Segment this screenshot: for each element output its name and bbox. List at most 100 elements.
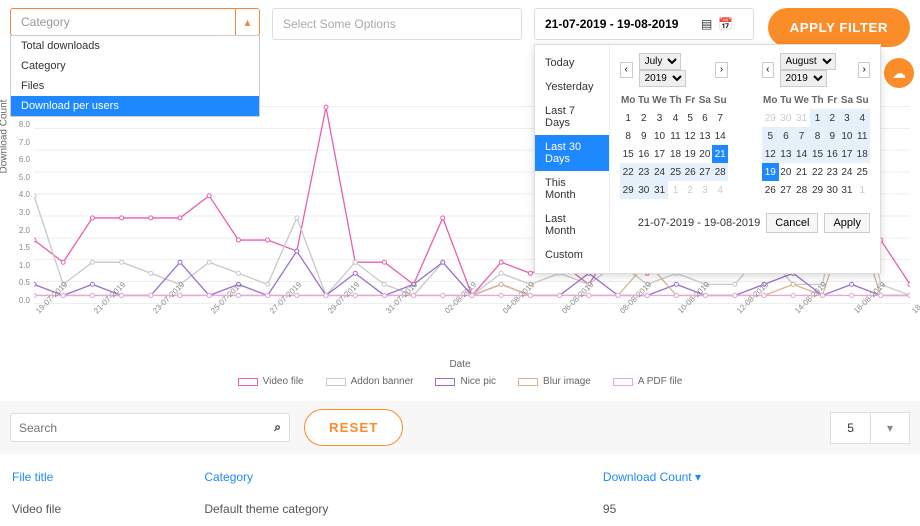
calendar-day[interactable]: 24 (651, 163, 668, 181)
calendar-day[interactable]: 15 (810, 145, 825, 163)
calendar-day[interactable]: 1 (810, 109, 825, 127)
range-preset[interactable]: Last 7 Days (535, 99, 609, 135)
calendar-day[interactable]: 19 (762, 163, 779, 181)
calendar-day[interactable]: 3 (697, 181, 712, 199)
calendar-day[interactable]: 17 (839, 145, 854, 163)
calendar-day[interactable]: 6 (697, 109, 712, 127)
search-box[interactable]: ⌕ (10, 413, 290, 442)
calendar-day[interactable]: 30 (825, 181, 839, 199)
prev-month-button[interactable]: ‹ (762, 62, 774, 78)
category-option[interactable]: Download per users (11, 96, 259, 116)
calendar-day[interactable]: 26 (683, 163, 697, 181)
calendar-day[interactable]: 11 (854, 127, 870, 145)
calendar-day[interactable]: 10 (839, 127, 854, 145)
calendar-day[interactable]: 9 (825, 127, 839, 145)
calendar-day[interactable]: 1 (668, 181, 683, 199)
calendar-day[interactable]: 18 (668, 145, 683, 163)
date-range-field[interactable] (545, 17, 695, 31)
calendar-day[interactable]: 31 (839, 181, 854, 199)
calendar-day[interactable]: 27 (697, 163, 712, 181)
calendar-day[interactable]: 13 (697, 127, 712, 145)
cancel-button[interactable]: Cancel (766, 213, 818, 233)
page-size-select[interactable]: 5▾ (830, 412, 910, 444)
search-icon[interactable]: ⌕ (274, 420, 281, 435)
calendar-day[interactable]: 22 (810, 163, 825, 181)
calendar-day[interactable]: 5 (683, 109, 697, 127)
calendar-day[interactable]: 4 (854, 109, 870, 127)
year-select-right[interactable]: 2019 (780, 70, 827, 87)
year-select-left[interactable]: 2019 (639, 70, 686, 87)
calendar-day[interactable]: 4 (712, 181, 728, 199)
range-preset[interactable]: Today (535, 51, 609, 75)
calendar-day[interactable]: 30 (779, 109, 794, 127)
calendar-day[interactable]: 28 (793, 181, 810, 199)
calendar-day[interactable]: 24 (839, 163, 854, 181)
range-preset[interactable]: Custom (535, 243, 609, 267)
calendar-day[interactable]: 10 (651, 127, 668, 145)
calendar-day[interactable]: 14 (793, 145, 810, 163)
calendar-day[interactable]: 2 (825, 109, 839, 127)
calendar-day[interactable]: 26 (762, 181, 779, 199)
calendar-day[interactable]: 30 (637, 181, 652, 199)
calendar-day[interactable]: 23 (825, 163, 839, 181)
range-preset[interactable]: Last 30 Days (535, 135, 609, 171)
calendar-day[interactable]: 21 (793, 163, 810, 181)
calendar-day[interactable]: 22 (620, 163, 637, 181)
calendar-day[interactable]: 13 (779, 145, 794, 163)
calendar-day[interactable]: 20 (779, 163, 794, 181)
calendar-day[interactable]: 12 (762, 145, 779, 163)
cloud-download-icon[interactable]: ☁ (884, 58, 914, 88)
apply-button[interactable]: Apply (824, 213, 870, 233)
calendar-day[interactable]: 31 (651, 181, 668, 199)
calendar-day[interactable]: 14 (712, 127, 728, 145)
calendar-day[interactable]: 2 (683, 181, 697, 199)
calendar-day[interactable]: 3 (839, 109, 854, 127)
calendar-day[interactable]: 29 (810, 181, 825, 199)
calendar-day[interactable]: 7 (793, 127, 810, 145)
calendar-day[interactable]: 29 (620, 181, 637, 199)
reset-button[interactable]: RESET (304, 409, 403, 446)
search-input[interactable] (19, 421, 274, 435)
calendar-day[interactable]: 1 (854, 181, 870, 199)
table-row[interactable]: Video fileDefault theme category95 (2, 494, 918, 524)
calendar-day[interactable]: 9 (637, 127, 652, 145)
calendar-day[interactable]: 5 (762, 127, 779, 145)
range-preset[interactable]: This Month (535, 171, 609, 207)
next-month-button[interactable]: › (715, 62, 728, 78)
category-option[interactable]: Total downloads (11, 36, 259, 56)
date-range-input[interactable]: ▤ 📅 (534, 8, 754, 40)
calendar-day[interactable]: 16 (637, 145, 652, 163)
next-month-button[interactable]: › (858, 62, 870, 78)
calendar-day[interactable]: 29 (762, 109, 779, 127)
multi-select[interactable]: Select Some Options (272, 8, 522, 40)
calendar-day[interactable]: 8 (810, 127, 825, 145)
table-header[interactable]: Download Count ▾ (593, 462, 918, 492)
calendar-day[interactable]: 28 (712, 163, 728, 181)
calendar-day[interactable]: 23 (637, 163, 652, 181)
category-option[interactable]: Category (11, 56, 259, 76)
month-select-left[interactable]: July (639, 53, 681, 70)
table-header[interactable]: File title (2, 462, 192, 492)
calendar-day[interactable]: 20 (697, 145, 712, 163)
month-select-right[interactable]: August (780, 53, 836, 70)
calendar-day[interactable]: 18 (854, 145, 870, 163)
table-header[interactable]: Category (194, 462, 591, 492)
calendar-day[interactable]: 16 (825, 145, 839, 163)
calendar-day[interactable]: 19 (683, 145, 697, 163)
calendar-day[interactable]: 25 (854, 163, 870, 181)
calendar-day[interactable]: 15 (620, 145, 637, 163)
calendar-day[interactable]: 27 (779, 181, 794, 199)
calendar-day[interactable]: 1 (620, 109, 637, 127)
calendar-day[interactable]: 8 (620, 127, 637, 145)
apply-filter-button[interactable]: APPLY FILTER (768, 8, 910, 47)
calendar-day[interactable]: 11 (668, 127, 683, 145)
calendar-day[interactable]: 4 (668, 109, 683, 127)
calendar-day[interactable]: 17 (651, 145, 668, 163)
calendar-day[interactable]: 3 (651, 109, 668, 127)
calendar-day[interactable]: 2 (637, 109, 652, 127)
calendar-day[interactable]: 31 (793, 109, 810, 127)
calendar-day[interactable]: 6 (779, 127, 794, 145)
calendar-day[interactable]: 12 (683, 127, 697, 145)
range-preset[interactable]: Yesterday (535, 75, 609, 99)
range-preset[interactable]: Last Month (535, 207, 609, 243)
